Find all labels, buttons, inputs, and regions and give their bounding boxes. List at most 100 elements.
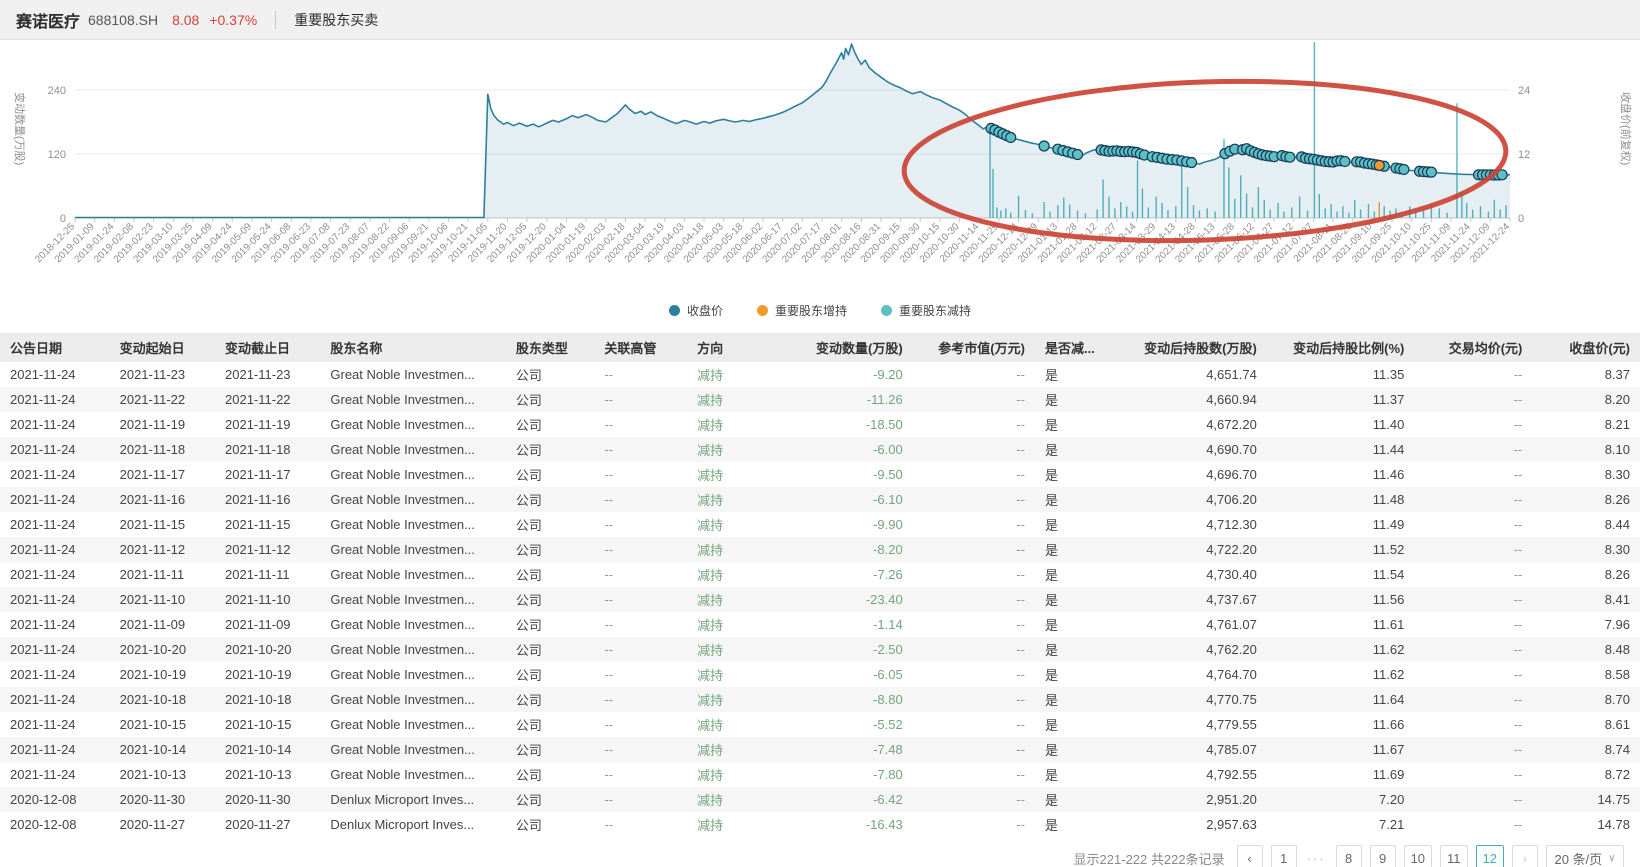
page-button-1[interactable]: 1 xyxy=(1271,845,1297,867)
column-header-change_amount: 变动数量(万股) xyxy=(782,333,913,362)
cell-change_end: 2021-10-14 xyxy=(215,737,320,762)
reduce-event-dot[interactable] xyxy=(1340,156,1350,166)
cell-avg_price: -- xyxy=(1414,637,1532,662)
cell-change_end: 2021-11-17 xyxy=(215,462,320,487)
page-button-12[interactable]: 12 xyxy=(1476,845,1504,867)
increase-event-dot[interactable] xyxy=(1374,160,1384,170)
left-axis-tick-label: 240 xyxy=(48,85,66,97)
reduce-event-dot[interactable] xyxy=(1039,141,1049,151)
cell-close_price: 8.58 xyxy=(1532,662,1640,687)
reduce-event-dot[interactable] xyxy=(1285,152,1295,162)
chart-canvas[interactable]: 2018-12-252019-01-092019-01-242019-02-08… xyxy=(0,40,1640,295)
stock-price: 8.08 xyxy=(172,12,199,28)
reduce-event-dot[interactable] xyxy=(1426,167,1436,177)
cell-close_price: 8.41 xyxy=(1532,587,1640,612)
cell-is_reduce: 是 xyxy=(1035,737,1117,762)
cell-announce_date: 2021-11-24 xyxy=(0,662,110,687)
cell-change_start: 2021-11-18 xyxy=(110,437,215,462)
cell-avg_price: -- xyxy=(1414,387,1532,412)
table-row: 2021-11-242021-11-172021-11-17Great Nobl… xyxy=(0,462,1640,487)
cell-change_end: 2020-11-30 xyxy=(215,787,320,812)
cell-change_amount: -2.50 xyxy=(782,637,913,662)
cell-holder_type: 公司 xyxy=(506,437,595,462)
cell-change_amount: -23.40 xyxy=(782,587,913,612)
cell-close_price: 8.48 xyxy=(1532,637,1640,662)
cell-avg_price: -- xyxy=(1414,487,1532,512)
cell-holder_type: 公司 xyxy=(506,712,595,737)
cell-related_exec: -- xyxy=(594,437,687,462)
cell-direction: 减持 xyxy=(687,362,782,387)
legend-item[interactable]: 重要股东减持 xyxy=(881,302,971,319)
legend-item[interactable]: 收盘价 xyxy=(669,302,723,319)
column-header-announce_date: 公告日期 xyxy=(0,333,110,362)
stock-name: 赛诺医疗 xyxy=(16,8,80,32)
cell-shares_after: 4,660.94 xyxy=(1117,387,1267,412)
prev-page-button[interactable]: ‹ xyxy=(1237,845,1263,867)
page-size-select[interactable]: 20 条/页∨ xyxy=(1546,845,1624,867)
cell-holder_type: 公司 xyxy=(506,412,595,437)
stock-change: +0.37% xyxy=(209,12,257,28)
cell-change_end: 2020-11-27 xyxy=(215,812,320,837)
cell-holder_type: 公司 xyxy=(506,537,595,562)
page-button-11[interactable]: 11 xyxy=(1440,845,1468,867)
shareholder-trading-chart[interactable]: 2018-12-252019-01-092019-01-242019-02-08… xyxy=(0,40,1640,295)
cell-direction: 减持 xyxy=(687,587,782,612)
cell-ref_value: -- xyxy=(913,687,1035,712)
cell-related_exec: -- xyxy=(594,787,687,812)
cell-change_amount: -9.90 xyxy=(782,512,913,537)
cell-close_price: 8.37 xyxy=(1532,362,1640,387)
cell-holder_name: Great Noble Investmen... xyxy=(320,462,506,487)
page-ellipsis[interactable]: ··· xyxy=(1305,851,1328,866)
page-button-9[interactable]: 9 xyxy=(1370,845,1396,867)
cell-holder_name: Great Noble Investmen... xyxy=(320,762,506,787)
cell-ratio_after: 11.48 xyxy=(1267,487,1415,512)
cell-is_reduce: 是 xyxy=(1035,387,1117,412)
reduce-event-dot[interactable] xyxy=(1006,132,1016,142)
cell-related_exec: -- xyxy=(594,487,687,512)
cell-ratio_after: 7.20 xyxy=(1267,787,1415,812)
cell-related_exec: -- xyxy=(594,762,687,787)
cell-avg_price: -- xyxy=(1414,812,1532,837)
reduce-event-dot[interactable] xyxy=(1399,164,1409,174)
cell-direction: 减持 xyxy=(687,762,782,787)
cell-change_start: 2020-11-30 xyxy=(110,787,215,812)
cell-announce_date: 2021-11-24 xyxy=(0,362,110,387)
price-area xyxy=(75,44,1510,218)
reduce-event-dot[interactable] xyxy=(1187,158,1197,168)
cell-shares_after: 4,651.74 xyxy=(1117,362,1267,387)
table-row: 2021-11-242021-10-182021-10-18Great Nobl… xyxy=(0,687,1640,712)
cell-announce_date: 2021-11-24 xyxy=(0,512,110,537)
cell-change_end: 2021-11-15 xyxy=(215,512,320,537)
reduce-event-dot[interactable] xyxy=(1073,150,1083,160)
legend-item[interactable]: 重要股东增持 xyxy=(757,302,847,319)
cell-shares_after: 2,957.63 xyxy=(1117,812,1267,837)
table-row: 2021-11-242021-10-202021-10-20Great Nobl… xyxy=(0,637,1640,662)
tab-important-shareholder-trading[interactable]: 重要股东买卖 xyxy=(294,10,378,30)
page-button-8[interactable]: 8 xyxy=(1336,845,1362,867)
cell-avg_price: -- xyxy=(1414,512,1532,537)
cell-related_exec: -- xyxy=(594,687,687,712)
cell-related_exec: -- xyxy=(594,562,687,587)
cell-close_price: 8.30 xyxy=(1532,537,1640,562)
cell-close_price: 14.78 xyxy=(1532,812,1640,837)
page-button-10[interactable]: 10 xyxy=(1404,845,1432,867)
cell-holder_name: Great Noble Investmen... xyxy=(320,512,506,537)
cell-holder_type: 公司 xyxy=(506,512,595,537)
cell-change_end: 2021-10-13 xyxy=(215,762,320,787)
cell-avg_price: -- xyxy=(1414,462,1532,487)
cell-change_amount: -6.10 xyxy=(782,487,913,512)
cell-ratio_after: 7.21 xyxy=(1267,812,1415,837)
table-row: 2021-11-242021-11-192021-11-19Great Nobl… xyxy=(0,412,1640,437)
cell-ref_value: -- xyxy=(913,637,1035,662)
cell-avg_price: -- xyxy=(1414,562,1532,587)
table-row: 2021-11-242021-11-232021-11-23Great Nobl… xyxy=(0,362,1640,387)
cell-change_start: 2021-10-13 xyxy=(110,762,215,787)
table-row: 2021-11-242021-11-182021-11-18Great Nobl… xyxy=(0,437,1640,462)
cell-shares_after: 4,779.55 xyxy=(1117,712,1267,737)
cell-shares_after: 4,690.70 xyxy=(1117,437,1267,462)
cell-ref_value: -- xyxy=(913,612,1035,637)
left-axis-tick-label: 120 xyxy=(48,149,66,161)
table-row: 2021-11-242021-11-152021-11-15Great Nobl… xyxy=(0,512,1640,537)
page-size-value: 20 条/页 xyxy=(1554,849,1602,867)
cell-holder_name: Great Noble Investmen... xyxy=(320,387,506,412)
